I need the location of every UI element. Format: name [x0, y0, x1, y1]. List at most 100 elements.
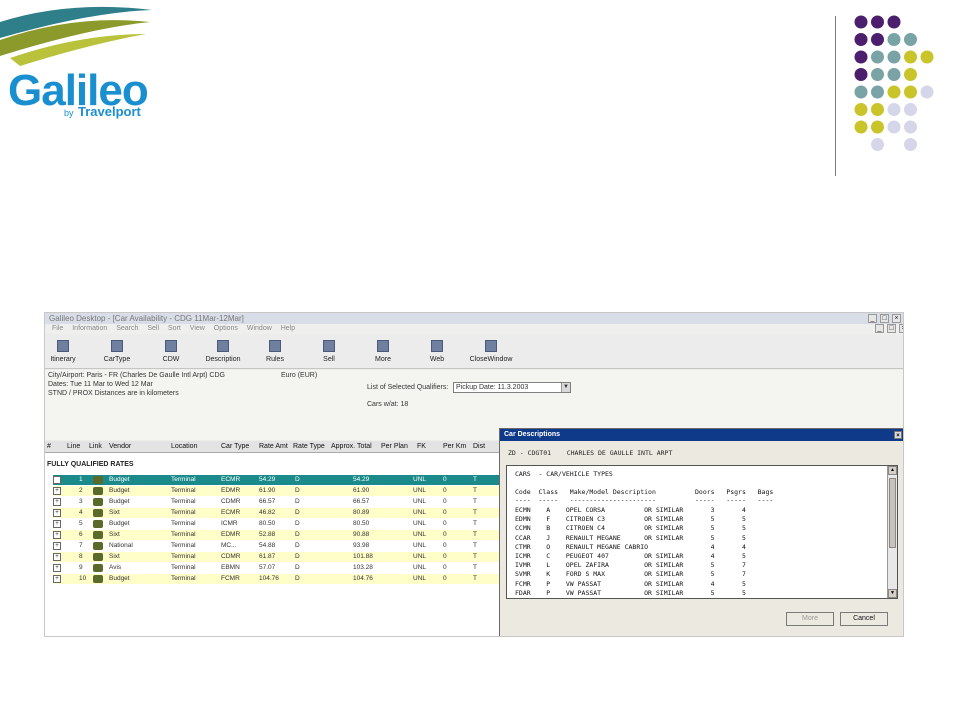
more-button[interactable]: More — [353, 340, 413, 363]
decor-dot — [904, 33, 917, 46]
cell-rate: 54.29 — [259, 476, 276, 483]
menu-sort[interactable]: Sort — [168, 325, 181, 332]
scroll-down-icon[interactable]: ▼ — [888, 589, 897, 598]
scroll-thumb[interactable] — [889, 478, 896, 548]
maximize-button[interactable]: □ — [880, 314, 889, 323]
web-button[interactable]: Web — [407, 340, 467, 363]
col-header-fk[interactable]: FK — [417, 443, 426, 450]
col-header-per-km[interactable]: Per Km — [443, 443, 466, 450]
table-row[interactable]: +8 Sixt Terminal CDMR 61.87 D 101.88 UNL 0 T — [53, 552, 500, 562]
cell-dist: T — [473, 498, 477, 505]
itinerary-label: Itinerary — [50, 356, 76, 363]
cell-car-type: ECMR — [221, 509, 241, 516]
child-restore-button[interactable]: □ — [887, 324, 896, 333]
menu-help[interactable]: Help — [281, 325, 295, 332]
cdw-button[interactable]: CDW — [141, 340, 201, 363]
decor-dot — [871, 120, 884, 134]
description-button[interactable]: Description — [193, 340, 253, 363]
car-descriptions-dialog: Car Descriptions × ZD - CDGT01 CHARLES D… — [499, 428, 903, 636]
cell-rate-type: D — [295, 498, 300, 505]
rules-button[interactable]: Rules — [245, 340, 305, 363]
col-header-dist[interactable]: Dist — [473, 443, 485, 450]
qualifiers-select[interactable]: Pickup Date: 11.3.2003 ▼ — [453, 382, 571, 393]
col-header-per-plan[interactable]: Per Plan — [381, 443, 408, 450]
itinerary-button[interactable]: Itinerary — [45, 340, 93, 363]
menu-file[interactable]: File — [52, 325, 63, 332]
close-button[interactable]: × — [892, 314, 901, 323]
cartype-button[interactable]: CarType — [87, 340, 147, 363]
cell-car-type: CDMR — [221, 553, 241, 560]
sell-button[interactable]: Sell — [299, 340, 359, 363]
decor-dot — [871, 103, 884, 116]
col-header-link[interactable]: Link — [89, 443, 102, 450]
expand-row-icon[interactable]: + — [53, 498, 61, 506]
col-header-vendor[interactable]: Vendor — [109, 443, 131, 450]
table-row[interactable]: +5 Budget Terminal ICMR 80.50 D 80.50 UNL 0 T — [53, 519, 500, 529]
cell-vendor: Budget — [109, 487, 130, 494]
col-header-approx-total[interactable]: Approx. Total — [331, 443, 372, 450]
expand-row-icon[interactable]: + — [53, 487, 61, 495]
expand-row-icon[interactable]: + — [53, 520, 61, 528]
table-row[interactable]: +10 Budget Terminal FCMR 104.76 D 104.76 UNL 0 T — [53, 574, 500, 584]
cell-vendor: Budget — [109, 498, 130, 505]
expand-row-icon[interactable]: + — [53, 542, 61, 550]
menu-window[interactable]: Window — [247, 325, 272, 332]
menu-search[interactable]: Search — [116, 325, 138, 332]
cell-car-type: ECMR — [221, 476, 241, 483]
child-close-button[interactable]: × — [899, 324, 903, 333]
col-header-hash[interactable]: # — [47, 443, 51, 450]
menu-view[interactable]: View — [190, 325, 205, 332]
expand-row-icon[interactable]: + — [53, 509, 61, 517]
table-row[interactable]: +9 Avis Terminal EBMN 57.07 D 103.28 UNL 0 T — [53, 563, 500, 573]
expand-row-icon[interactable]: + — [53, 476, 61, 484]
vendor-car-icon — [93, 531, 103, 539]
decor-dot — [871, 68, 884, 81]
minimize-button[interactable]: _ — [868, 314, 877, 323]
cell-location: Terminal — [171, 531, 196, 538]
menu-sell[interactable]: Sell — [147, 325, 159, 332]
cell-location: Terminal — [171, 553, 196, 560]
rules-icon — [269, 340, 281, 352]
menu-options[interactable]: Options — [214, 325, 238, 332]
table-row[interactable]: +7 National Terminal MC... 54.88 D 93.98 UNL 0 T — [53, 541, 500, 551]
description-icon — [217, 340, 229, 352]
table-row[interactable]: +3 Budget Terminal CDMR 66.57 D 66.57 UNL 0 T — [53, 497, 500, 507]
vendor-car-icon — [93, 564, 103, 572]
dialog-close-icon[interactable]: × — [894, 431, 902, 439]
close-window-button[interactable]: CloseWindow — [461, 340, 521, 363]
col-header-rate-amt[interactable]: Rate Amt — [259, 443, 288, 450]
menu-information[interactable]: Information — [72, 325, 107, 332]
dialog-cancel-button[interactable]: Cancel — [840, 612, 888, 626]
col-header-car-type[interactable]: Car Type — [221, 443, 249, 450]
cell-total: 104.76 — [353, 575, 373, 582]
expand-row-icon[interactable]: + — [53, 575, 61, 583]
cell-plan: UNL — [413, 542, 427, 549]
cell-dist: T — [473, 509, 477, 516]
table-row[interactable]: +4 Sixt Terminal ECMR 46.82 D 80.89 UNL 0 T — [53, 508, 500, 518]
col-header-rate-type[interactable]: Rate Type — [293, 443, 325, 450]
car-descriptions-terminal[interactable]: CARS - CAR/VEHICLE TYPES Code Class Make… — [506, 465, 898, 599]
table-row[interactable]: +6 Sixt Terminal EDMR 52.88 D 90.88 UNL 0 T — [53, 530, 500, 540]
dialog-title-bar: Car Descriptions × — [500, 429, 903, 441]
table-row[interactable]: +2 Budget Terminal EDMR 61.90 D 61.90 UNL 0 T — [53, 486, 500, 496]
terminal-line: SVMR K FORD S MAX OR SIMILAR 5 7 — [515, 570, 746, 579]
city-airport-text: City/Airport: Paris - FR (Charles De Gau… — [48, 372, 225, 379]
col-header-line[interactable]: Line — [67, 443, 80, 450]
logo-by: by — [64, 108, 74, 118]
cell-fk: 0 — [443, 531, 447, 538]
expand-row-icon[interactable]: + — [53, 564, 61, 572]
decor-dot — [871, 33, 884, 46]
scroll-up-icon[interactable]: ▲ — [888, 466, 897, 475]
cell-total: 103.28 — [353, 564, 373, 571]
col-header-location[interactable]: Location — [171, 443, 197, 450]
expand-row-icon[interactable]: + — [53, 553, 61, 561]
dialog-more-button[interactable]: More — [786, 612, 834, 626]
child-minimize-button[interactable]: _ — [875, 324, 884, 333]
terminal-scrollbar[interactable]: ▲ ▼ — [887, 466, 897, 598]
table-row[interactable]: +1 Budget Terminal ECMR 54.29 D 54.29 UNL 0 T — [53, 475, 500, 485]
chevron-down-icon[interactable]: ▼ — [561, 383, 570, 392]
expand-row-icon[interactable]: + — [53, 531, 61, 539]
cell-vendor: Sixt — [109, 553, 120, 560]
cell-total: 93.98 — [353, 542, 370, 549]
galileo-logo: Galileo by Travelport — [0, 0, 160, 125]
